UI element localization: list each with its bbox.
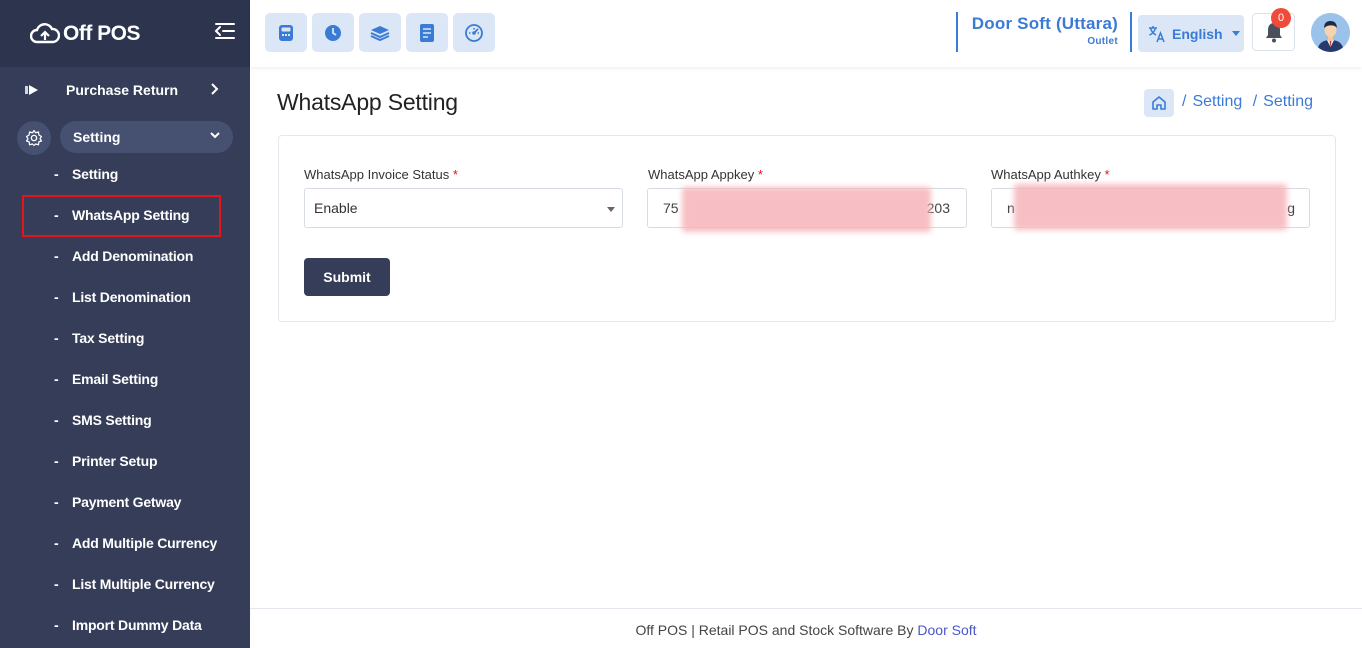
user-avatar-icon	[1311, 13, 1350, 52]
sidebar: Off POS Purchase Return Setting - Settin…	[0, 0, 250, 648]
appkey-value-start: 75	[663, 200, 679, 216]
calculator-button[interactable]	[265, 13, 307, 52]
document-icon	[420, 23, 434, 42]
dashboard-button[interactable]	[453, 13, 495, 52]
footer-text: Off POS | Retail POS and Stock Software …	[635, 622, 914, 638]
menu-purchase-return[interactable]: Purchase Return	[24, 78, 234, 102]
invoice-status-label: WhatsApp Invoice Status *	[304, 167, 458, 182]
clock-icon	[325, 24, 341, 41]
caret-down-icon	[607, 207, 615, 212]
calculator-icon	[279, 24, 293, 41]
footer-link[interactable]: Door Soft	[917, 622, 976, 638]
sidebar-item-sms-setting[interactable]: - SMS Setting	[54, 410, 152, 430]
page-title: WhatsApp Setting	[277, 89, 458, 115]
footer: Off POS | Retail POS and Stock Software …	[250, 608, 1362, 648]
caret-down-icon	[1231, 31, 1240, 36]
active-item-highlight	[22, 195, 221, 237]
brand-name: Off POS	[63, 21, 141, 45]
sidebar-item-import-dummy-data[interactable]: - Import Dummy Data	[54, 615, 202, 635]
sidebar-item-add-denomination[interactable]: - Add Denomination	[54, 246, 193, 266]
chevron-down-icon	[210, 132, 220, 139]
top-header: Door Soft (Uttara) Outlet English 0	[250, 0, 1362, 67]
authkey-value-end: g	[1287, 200, 1295, 216]
dashboard-icon	[465, 23, 483, 42]
submit-button[interactable]: Submit	[304, 258, 390, 296]
menu-setting[interactable]: Setting	[60, 121, 233, 153]
sidebar-item-setting[interactable]: - Setting	[54, 164, 118, 184]
layers-icon	[370, 25, 390, 41]
translate-icon	[1149, 25, 1165, 42]
sidebar-item-list-multiple-currency[interactable]: - List Multiple Currency	[54, 574, 215, 594]
collapse-menu-icon[interactable]	[214, 22, 236, 45]
invoice-status-value: Enable	[314, 200, 358, 216]
outlet-name: Door Soft (Uttara)	[971, 14, 1118, 33]
home-icon	[1152, 96, 1166, 110]
breadcrumb-home[interactable]	[1144, 89, 1174, 117]
sidebar-header: Off POS	[0, 0, 250, 67]
sidebar-item-list-denomination[interactable]: - List Denomination	[54, 287, 191, 307]
brand-logo[interactable]: Off POS	[30, 21, 141, 46]
breadcrumb: / Setting / Setting	[1182, 93, 1313, 110]
user-avatar[interactable]	[1311, 13, 1350, 52]
document-button[interactable]	[406, 13, 448, 52]
chevron-right-icon	[211, 83, 219, 95]
sidebar-item-printer-setup[interactable]: - Printer Setup	[54, 451, 158, 471]
appkey-redaction	[682, 187, 931, 232]
menu-label: Purchase Return	[66, 82, 179, 98]
invoice-status-select[interactable]: Enable	[304, 188, 623, 228]
authkey-redaction	[1014, 184, 1287, 230]
sidebar-item-payment-getway[interactable]: - Payment Getway	[54, 492, 181, 512]
layers-button[interactable]	[359, 13, 401, 52]
sidebar-item-tax-setting[interactable]: - Tax Setting	[54, 328, 144, 348]
language-dropdown[interactable]: English	[1138, 15, 1244, 52]
menu-setting-label: Setting	[73, 129, 121, 145]
sidebar-item-add-multiple-currency[interactable]: - Add Multiple Currency	[54, 533, 217, 553]
notification-badge: 0	[1271, 8, 1291, 28]
appkey-label: WhatsApp Appkey *	[648, 167, 763, 182]
sidebar-item-email-setting[interactable]: - Email Setting	[54, 369, 158, 389]
breadcrumb-item[interactable]: Setting	[1192, 93, 1242, 110]
outlet-info[interactable]: Door Soft (Uttara) Outlet	[956, 12, 1132, 52]
settings-gear-icon[interactable]	[17, 121, 51, 155]
authkey-label: WhatsApp Authkey *	[991, 167, 1110, 182]
breadcrumb-item-current: Setting	[1263, 93, 1313, 110]
play-icon	[25, 85, 38, 95]
cloud-logo-icon	[30, 22, 60, 43]
language-label: English	[1172, 25, 1223, 42]
outlet-type: Outlet	[1087, 36, 1118, 47]
clock-button[interactable]	[312, 13, 354, 52]
